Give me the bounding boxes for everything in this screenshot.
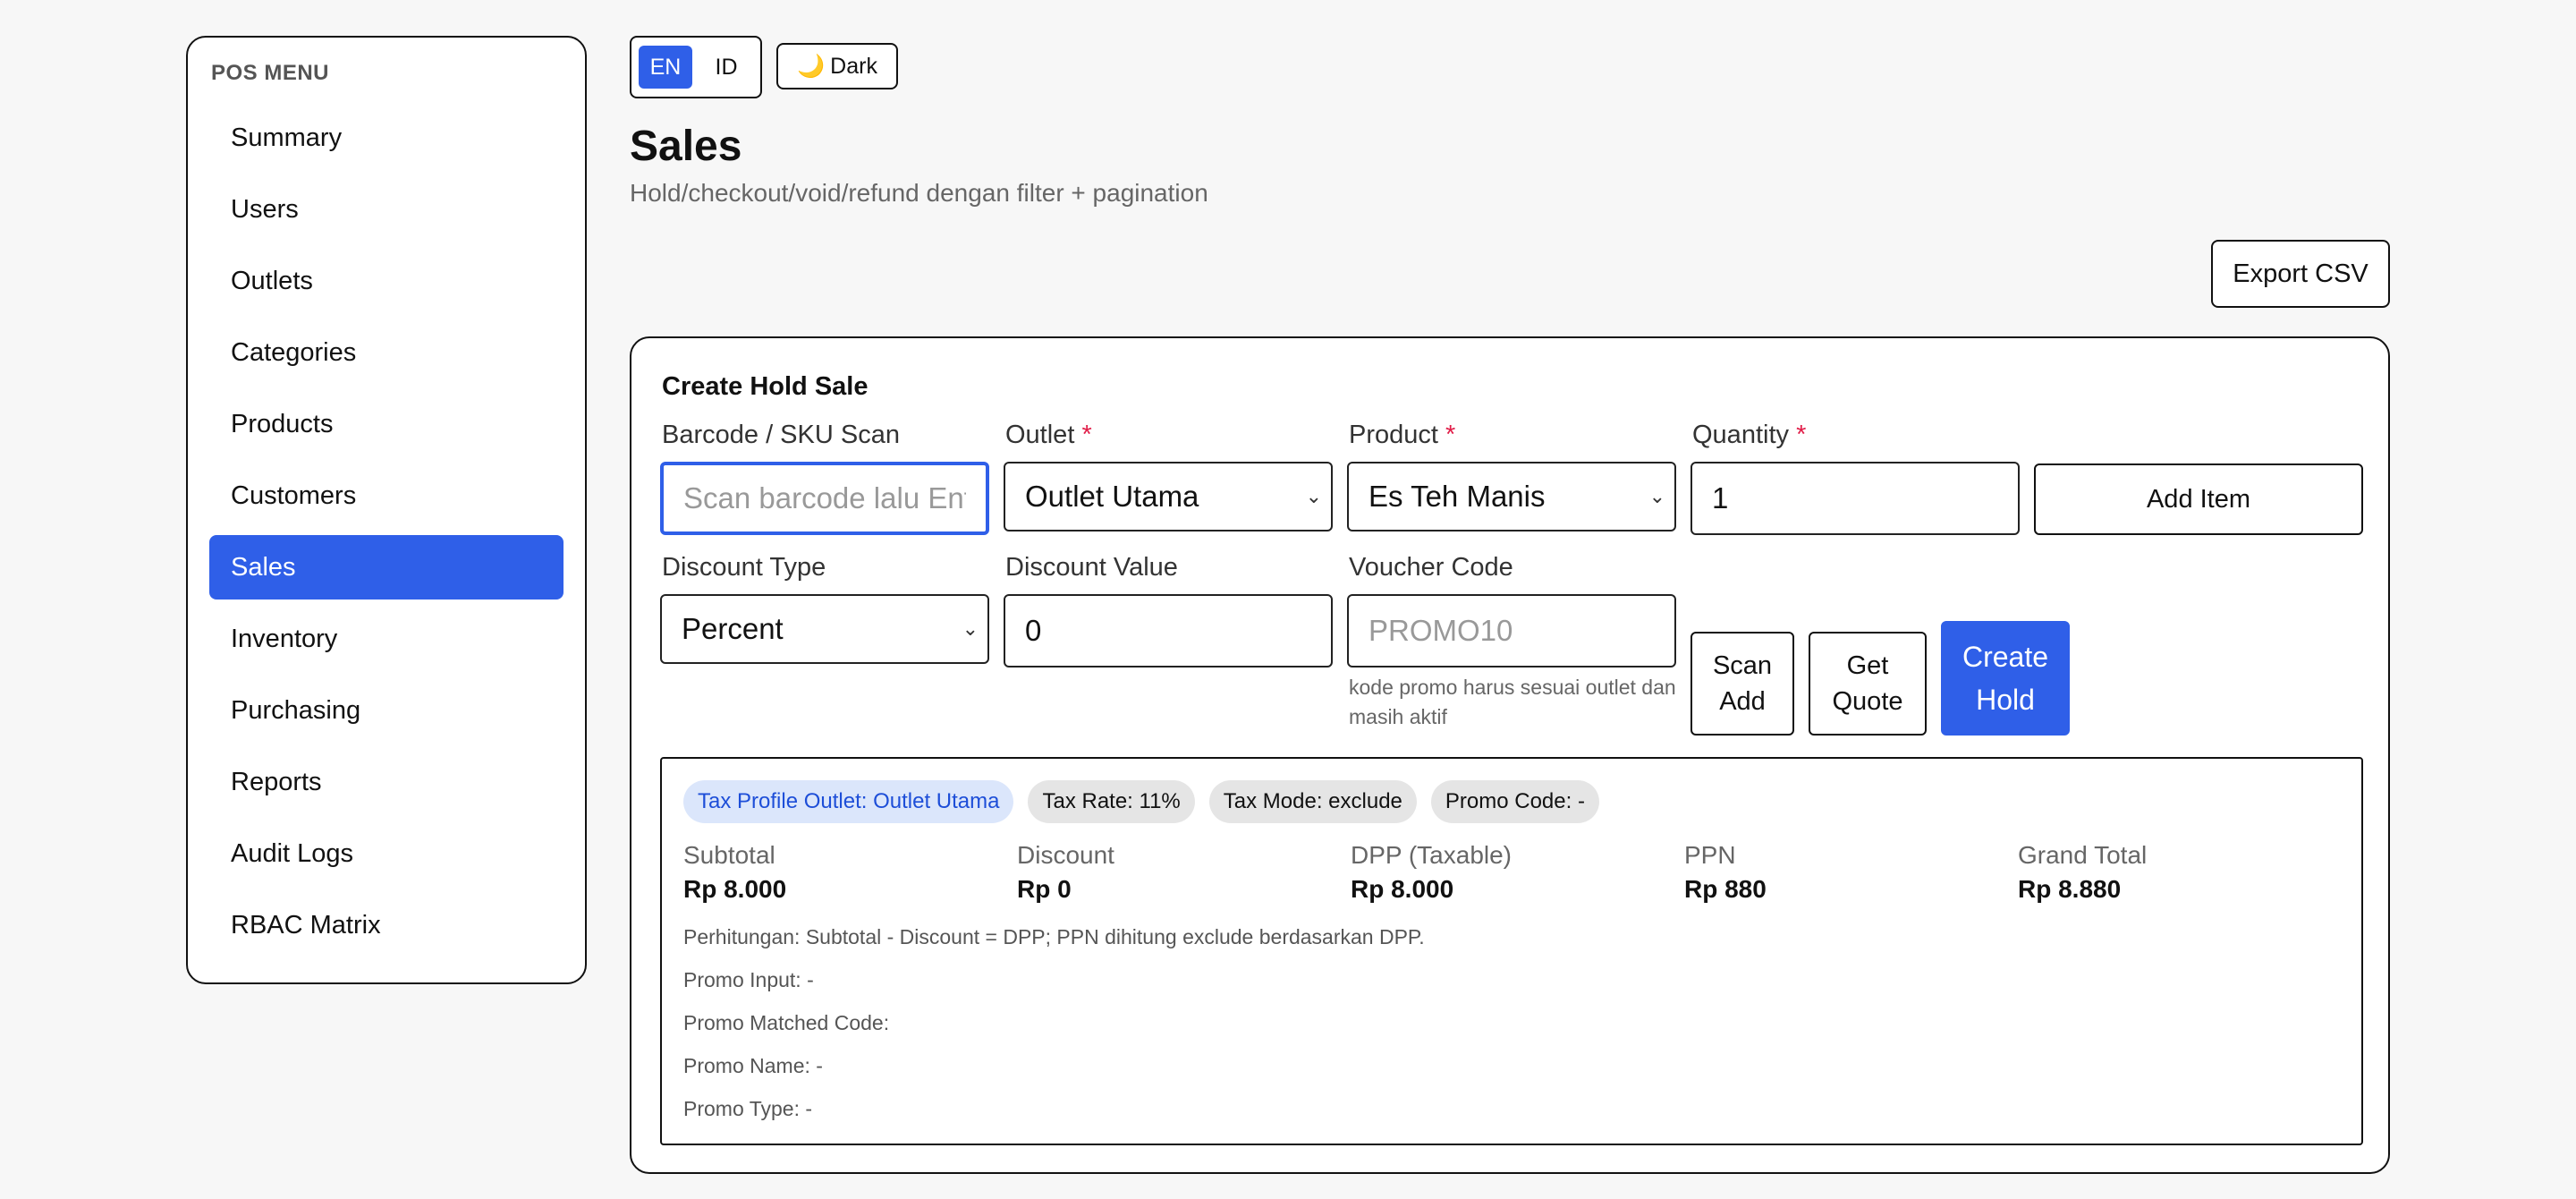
get-quote-label-2: Quote xyxy=(1832,687,1903,716)
discount-type-select[interactable]: Percent ⌄ xyxy=(660,594,989,664)
sidebar-item-categories[interactable]: Categories xyxy=(209,320,564,385)
dark-mode-button[interactable]: 🌙 Dark xyxy=(776,43,898,89)
barcode-placeholder: Scan barcode lalu Ent xyxy=(683,481,966,514)
sidebar-item-reports[interactable]: Reports xyxy=(209,750,564,814)
discount-type-label: Discount Type xyxy=(662,553,826,582)
voucher-placeholder: PROMO10 xyxy=(1368,614,1513,647)
lang-id-button[interactable]: ID xyxy=(699,46,753,89)
dark-mode-label: Dark xyxy=(830,53,877,79)
lang-en-button[interactable]: EN xyxy=(639,46,692,89)
metric-label: Grand Total xyxy=(2018,841,2148,869)
sidebar-item-users[interactable]: Users xyxy=(209,177,564,242)
metric-grand-total: Grand Total Rp 8.880 xyxy=(2018,841,2147,904)
barcode-label: Barcode / SKU Scan xyxy=(662,421,900,449)
get-quote-label-1: Get xyxy=(1846,651,1889,680)
export-csv-button[interactable]: Export CSV xyxy=(2211,240,2390,308)
sidebar-item-inventory[interactable]: Inventory xyxy=(209,607,564,671)
promo-code-badge: Promo Code: - xyxy=(1430,780,1599,823)
product-select[interactable]: Es Teh Manis ⌄ xyxy=(1347,462,1676,531)
tax-mode-badge: Tax Mode: exclude xyxy=(1208,780,1417,823)
voucher-code-label: Voucher Code xyxy=(1349,553,1513,582)
metric-value: Rp 0 xyxy=(1017,875,1072,903)
create-hold-button[interactable]: Create Hold xyxy=(1941,621,2070,736)
calculation-note: Perhitungan: Subtotal - Discount = DPP; … xyxy=(683,925,1425,948)
get-quote-button[interactable]: Get Quote xyxy=(1809,632,1927,736)
chevron-down-icon: ⌄ xyxy=(1648,485,1665,507)
metric-discount: Discount Rp 0 xyxy=(1017,841,1114,904)
product-label-text: Product xyxy=(1349,421,1438,449)
scan-add-button[interactable]: Scan Add xyxy=(1690,632,1794,736)
create-hold-label-1: Create xyxy=(1962,641,2049,673)
required-mark: * xyxy=(1445,421,1456,449)
tax-profile-badge: Tax Profile Outlet: Outlet Utama xyxy=(683,780,1014,823)
promo-input-note: Promo Input: - xyxy=(683,968,814,991)
discount-value-label: Discount Value xyxy=(1005,553,1178,582)
chevron-down-icon: ⌄ xyxy=(1305,485,1322,507)
outlet-label-text: Outlet xyxy=(1005,421,1075,449)
metric-value: Rp 8.000 xyxy=(1351,875,1454,903)
required-mark: * xyxy=(1796,421,1807,449)
page-subtitle: Hold/checkout/void/refund dengan filter … xyxy=(630,179,1208,207)
quantity-label-text: Quantity xyxy=(1692,421,1789,449)
sidebar-item-rbac-matrix[interactable]: RBAC Matrix xyxy=(209,893,564,957)
promo-name-note: Promo Name: - xyxy=(683,1054,823,1077)
quantity-input[interactable]: 1 xyxy=(1690,462,2020,535)
metric-value: Rp 880 xyxy=(1684,875,1767,903)
outlet-label: Outlet * xyxy=(1005,421,1092,450)
metric-ppn: PPN Rp 880 xyxy=(1684,841,1767,904)
discount-value-input[interactable]: 0 xyxy=(1004,594,1333,668)
scan-add-label-2: Add xyxy=(1719,687,1766,716)
metric-value: Rp 8.000 xyxy=(683,875,787,903)
sidebar-item-purchasing[interactable]: Purchasing xyxy=(209,678,564,743)
badge-row: Tax Profile Outlet: Outlet Utama Tax Rat… xyxy=(683,780,1599,823)
sidebar-item-customers[interactable]: Customers xyxy=(209,463,564,528)
quantity-value: 1 xyxy=(1712,481,1729,514)
metric-label: Discount xyxy=(1017,841,1114,869)
language-toggle: EN ID xyxy=(630,36,762,98)
required-mark: * xyxy=(1081,421,1092,449)
quantity-label: Quantity * xyxy=(1692,421,1806,450)
metric-value: Rp 8.880 xyxy=(2018,875,2122,903)
promo-matched-code-note: Promo Matched Code: xyxy=(683,1011,890,1034)
card-title: Create Hold Sale xyxy=(662,372,869,401)
metric-label: DPP (Taxable) xyxy=(1351,841,1513,869)
discount-value: 0 xyxy=(1025,614,1042,647)
create-hold-label-2: Hold xyxy=(1976,684,2035,716)
sidebar-item-products[interactable]: Products xyxy=(209,392,564,456)
outlet-select-value: Outlet Utama xyxy=(1025,480,1199,513)
product-select-value: Es Teh Manis xyxy=(1368,480,1546,513)
product-label: Product * xyxy=(1349,421,1455,450)
add-item-button[interactable]: Add Item xyxy=(2034,463,2363,535)
metric-dpp: DPP (Taxable) Rp 8.000 xyxy=(1351,841,1512,904)
barcode-scan-input[interactable]: Scan barcode lalu Ent xyxy=(660,462,989,535)
voucher-hint: kode promo harus sesuai outlet dan masih… xyxy=(1349,676,1676,728)
metric-label: Subtotal xyxy=(683,841,775,869)
tax-rate-badge: Tax Rate: 11% xyxy=(1028,780,1195,823)
sidebar-item-sales[interactable]: Sales xyxy=(209,535,564,600)
sidebar-item-summary[interactable]: Summary xyxy=(209,106,564,170)
discount-type-value: Percent xyxy=(682,612,784,645)
sidebar-item-audit-logs[interactable]: Audit Logs xyxy=(209,821,564,886)
metric-label: PPN xyxy=(1684,841,1736,869)
scan-add-label-1: Scan xyxy=(1712,651,1773,680)
outlet-select[interactable]: Outlet Utama ⌄ xyxy=(1004,462,1333,531)
quote-summary: Tax Profile Outlet: Outlet Utama Tax Rat… xyxy=(660,757,2363,1145)
sidebar-heading: POS MENU xyxy=(211,61,330,85)
sidebar-item-outlets[interactable]: Outlets xyxy=(209,249,564,313)
metric-subtotal: Subtotal Rp 8.000 xyxy=(683,841,786,904)
page-title: Sales xyxy=(630,123,742,170)
moon-icon: 🌙 xyxy=(797,53,826,79)
create-hold-sale-card: Create Hold Sale Barcode / SKU Scan Outl… xyxy=(630,336,2390,1174)
voucher-code-input[interactable]: PROMO10 xyxy=(1347,594,1676,668)
promo-type-note: Promo Type: - xyxy=(683,1097,813,1120)
sidebar: POS MENU Summary Users Outlets Categorie… xyxy=(186,36,587,984)
chevron-down-icon: ⌄ xyxy=(962,617,979,640)
